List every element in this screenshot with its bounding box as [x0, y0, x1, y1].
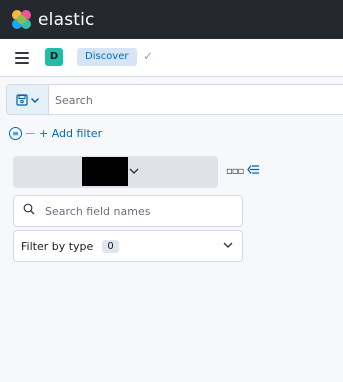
saved-query-icon [15, 93, 28, 106]
checkmark-icon: ✓ [143, 49, 154, 63]
chevron-down-icon [223, 242, 233, 248]
breadcrumb-discover[interactable]: Discover [77, 48, 137, 66]
space-avatar[interactable]: D [45, 48, 63, 66]
query-bar [6, 84, 343, 115]
chevron-down-icon [30, 97, 39, 103]
search-input[interactable] [55, 91, 335, 109]
filter-count-badge: 0 [102, 239, 119, 253]
add-filter-button[interactable]: + Add filter [39, 127, 102, 140]
filter-row: ≡ + Add filter [9, 125, 102, 141]
magnifier-icon [23, 203, 35, 215]
divider [26, 132, 35, 134]
redacted-index-name [82, 157, 128, 186]
chevron-down-icon[interactable] [128, 166, 140, 176]
options-dots-icon[interactable]: ▫▫▫ [226, 166, 244, 177]
filter-by-type-label: Filter by type [21, 239, 94, 253]
breadcrumb-bar: D Discover ✓ [0, 39, 343, 77]
hamburger-menu-icon[interactable] [15, 52, 29, 64]
field-search-box [13, 195, 243, 227]
elastic-logo-icon[interactable] [12, 9, 32, 30]
top-header: elastic [0, 0, 343, 39]
saved-query-button[interactable] [7, 85, 49, 114]
filter-options-icon[interactable]: ≡ [9, 126, 22, 140]
brand-name[interactable]: elastic [38, 10, 95, 30]
filter-by-type-button[interactable]: Filter by type 0 [13, 230, 243, 262]
collapse-sidebar-icon[interactable] [247, 164, 260, 175]
field-search-input[interactable] [45, 203, 235, 219]
